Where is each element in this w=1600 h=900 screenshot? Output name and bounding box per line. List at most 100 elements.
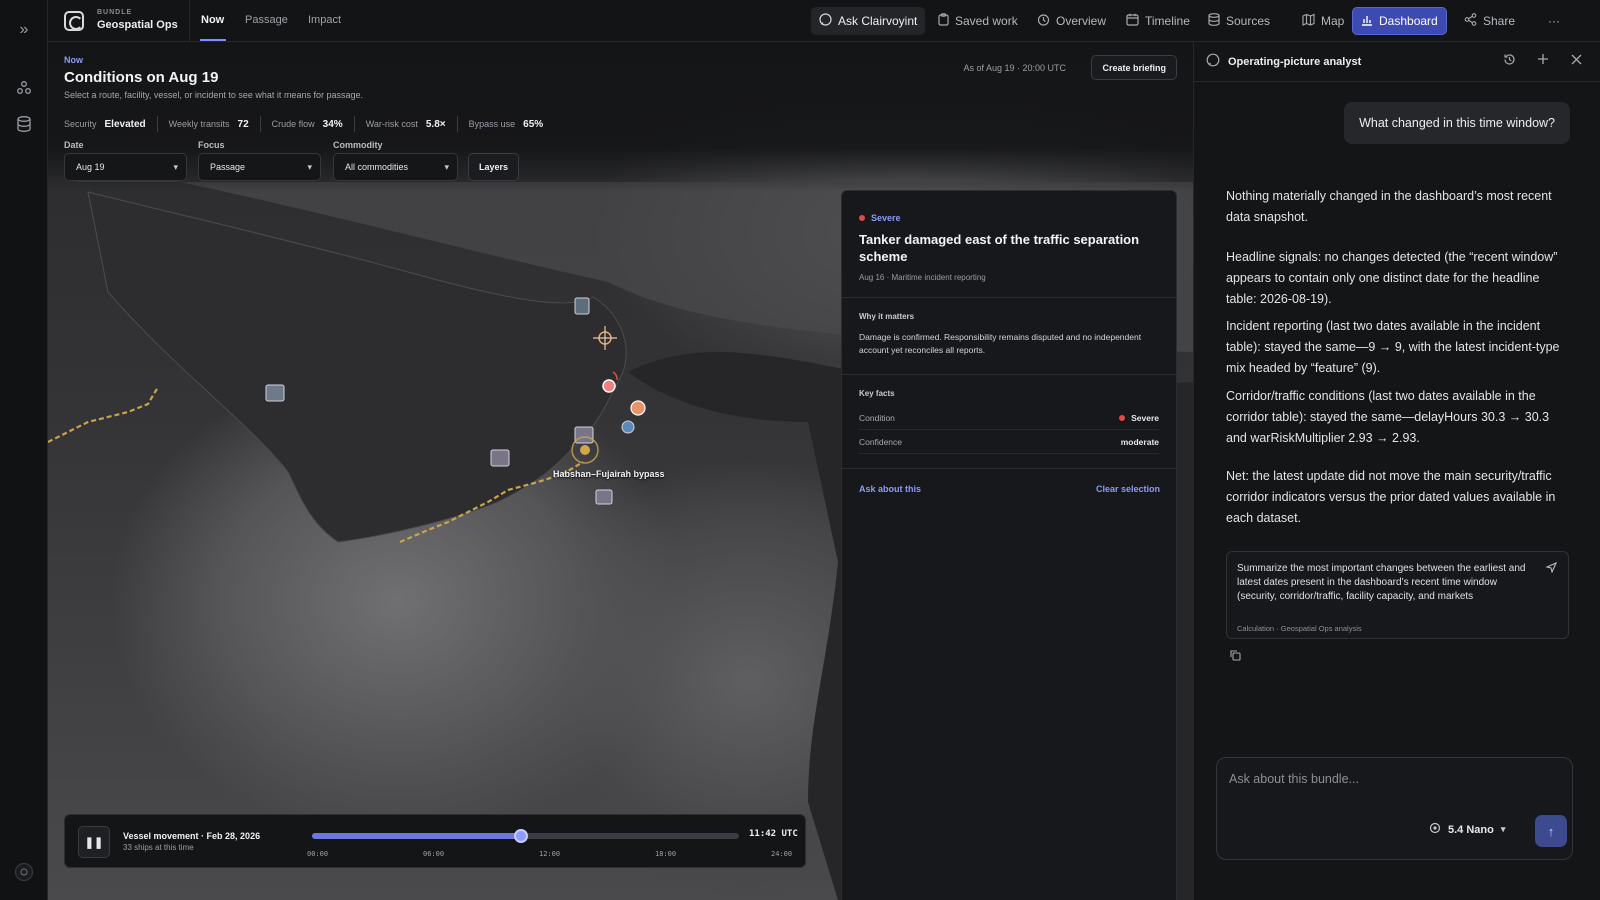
answer-paragraph: Incident reporting (last two dates avail… (1226, 319, 1560, 375)
tab-passage[interactable]: Passage (245, 14, 288, 26)
timeline-tick: 00:00 (307, 850, 329, 858)
suggested-prompt-text: Summarize the most important changes bet… (1237, 563, 1526, 602)
close-icon[interactable] (1571, 53, 1582, 68)
assistant-title: Operating-picture analyst (1228, 56, 1362, 68)
facility-marker[interactable] (490, 449, 510, 467)
timeline-title: Vessel movement · Feb 28, 2026 (123, 831, 261, 841)
severity-dot (859, 215, 865, 221)
focus-select[interactable]: Passage ▾ (198, 153, 321, 181)
section-eyebrow: Now (64, 55, 83, 65)
metric-label: Security (64, 119, 97, 129)
share-label: Share (1483, 14, 1516, 28)
focus-select-value: Passage (210, 162, 246, 172)
database-icon (1208, 13, 1220, 29)
tab-now[interactable]: Now (201, 14, 224, 26)
share-button[interactable]: Share (1456, 7, 1523, 35)
new-chat-icon[interactable] (1537, 53, 1549, 68)
focus-filter-label: Focus (198, 140, 225, 150)
send-arrow-icon[interactable] (1545, 561, 1558, 576)
metric-weekly-transits: Weekly transits 72 (169, 116, 261, 132)
facility-marker[interactable] (574, 426, 594, 444)
brand-logo-icon (64, 11, 84, 31)
metrics-bar: Security Elevated Weekly transits 72 Crude… (64, 116, 565, 132)
map-label: Map (1321, 14, 1345, 28)
bar-chart-icon (1361, 14, 1373, 29)
facility-marker[interactable] (265, 384, 285, 402)
why-heading: Why it matters (859, 312, 915, 321)
sources-button[interactable]: Sources (1200, 7, 1278, 35)
chevron-down-icon: ▾ (173, 162, 178, 172)
incident-marker[interactable] (630, 400, 646, 416)
answer-paragraph: Nothing materially changed in the dashbo… (1226, 189, 1552, 224)
ask-about-this-link[interactable]: Ask about this (859, 484, 921, 494)
more-options-icon: ··· (1548, 14, 1560, 28)
saved-work-button[interactable]: Saved work (930, 7, 1026, 35)
date-select[interactable]: Aug 19 ▾ (64, 153, 187, 181)
route-label[interactable]: Habshan–Fujairah bypass (553, 469, 665, 479)
dashboard-button[interactable]: Dashboard (1352, 7, 1447, 35)
copy-icon[interactable] (1230, 650, 1241, 664)
left-rail: » (0, 0, 48, 900)
facility-marker[interactable] (595, 489, 613, 505)
divider (842, 297, 1176, 298)
suggested-prompt-card[interactable]: Summarize the most important changes bet… (1226, 551, 1569, 639)
timeline-scrubber[interactable] (312, 829, 739, 843)
metric-bypass-use: Bypass use 65% (469, 116, 555, 132)
divider (189, 0, 190, 42)
arrow-up-icon: ↑ (1547, 823, 1555, 839)
fact-row-condition: Condition Severe (859, 406, 1159, 430)
bundle-label: BUNDLE (97, 9, 133, 16)
more-options-button[interactable]: ··· (1540, 7, 1568, 35)
timeline-tick: 24:00 (771, 850, 793, 858)
map-panel: Now Conditions on Aug 19 Select a route,… (48, 42, 1193, 900)
commodity-select[interactable]: All commodities ▾ (333, 153, 458, 181)
metric-value: 5.8× (425, 118, 446, 130)
ask-clairvoyint-button[interactable]: Ask Clairvoyint (811, 7, 926, 35)
metric-war-risk-cost: War-risk cost 5.8× (366, 116, 458, 132)
saved-work-label: Saved work (955, 14, 1018, 28)
metric-value: 34% (322, 118, 343, 130)
chat-composer: 5.4 Nano ▾ ↑ (1216, 757, 1573, 860)
metric-value: Elevated (104, 118, 146, 130)
overview-button[interactable]: Overview (1029, 7, 1114, 35)
network-icon[interactable] (12, 76, 36, 100)
vessel-marker[interactable] (574, 297, 590, 315)
commodity-filter-label: Commodity (333, 140, 383, 150)
pause-button[interactable]: ❚❚ (78, 826, 110, 858)
active-tab-indicator (200, 39, 226, 41)
expand-sidebar-icon[interactable]: » (12, 18, 36, 42)
severity-dot (1119, 414, 1126, 421)
model-name: 5.4 Nano (1448, 823, 1494, 836)
chat-input[interactable] (1229, 772, 1549, 786)
vessel-marker[interactable] (621, 420, 635, 434)
metric-security: Security Elevated (64, 116, 158, 132)
map-icon (1302, 13, 1315, 29)
chat-bubble-icon (819, 13, 832, 29)
send-button[interactable]: ↑ (1535, 815, 1567, 847)
tab-impact[interactable]: Impact (308, 14, 341, 26)
timeline-button[interactable]: Timeline (1118, 7, 1198, 35)
fact-row-confidence: Confidence moderate (859, 430, 1159, 454)
chat-bubble-icon (1206, 53, 1220, 70)
page-subtitle: Select a route, facility, vessel, or inc… (64, 90, 363, 100)
answer-paragraph: Headline signals: no changes detected (t… (1226, 250, 1558, 306)
model-icon (1429, 822, 1441, 837)
user-avatar-icon[interactable] (12, 860, 36, 884)
calendar-icon (1126, 13, 1139, 29)
why-body: Damage is confirmed. Responsibility rema… (859, 332, 1142, 355)
timeline-tick: 18:00 (655, 850, 677, 858)
model-selector[interactable]: 5.4 Nano ▾ (1429, 822, 1505, 837)
severity-label: Severe (871, 213, 901, 223)
map-button[interactable]: Map (1294, 7, 1352, 35)
sources-label: Sources (1226, 14, 1271, 28)
database-icon[interactable] (12, 112, 36, 136)
divider (842, 468, 1176, 469)
clear-selection-link[interactable]: Clear selection (1096, 484, 1160, 494)
layers-button[interactable]: Layers (468, 153, 519, 181)
create-briefing-button[interactable]: Create briefing (1091, 55, 1177, 80)
assistant-header: Operating-picture analyst (1194, 42, 1600, 82)
history-icon[interactable] (1503, 53, 1516, 69)
commodity-select-value: All commodities (345, 162, 409, 172)
metric-label: Crude flow (271, 119, 315, 129)
timeline-scrubber-handle[interactable] (514, 829, 529, 843)
